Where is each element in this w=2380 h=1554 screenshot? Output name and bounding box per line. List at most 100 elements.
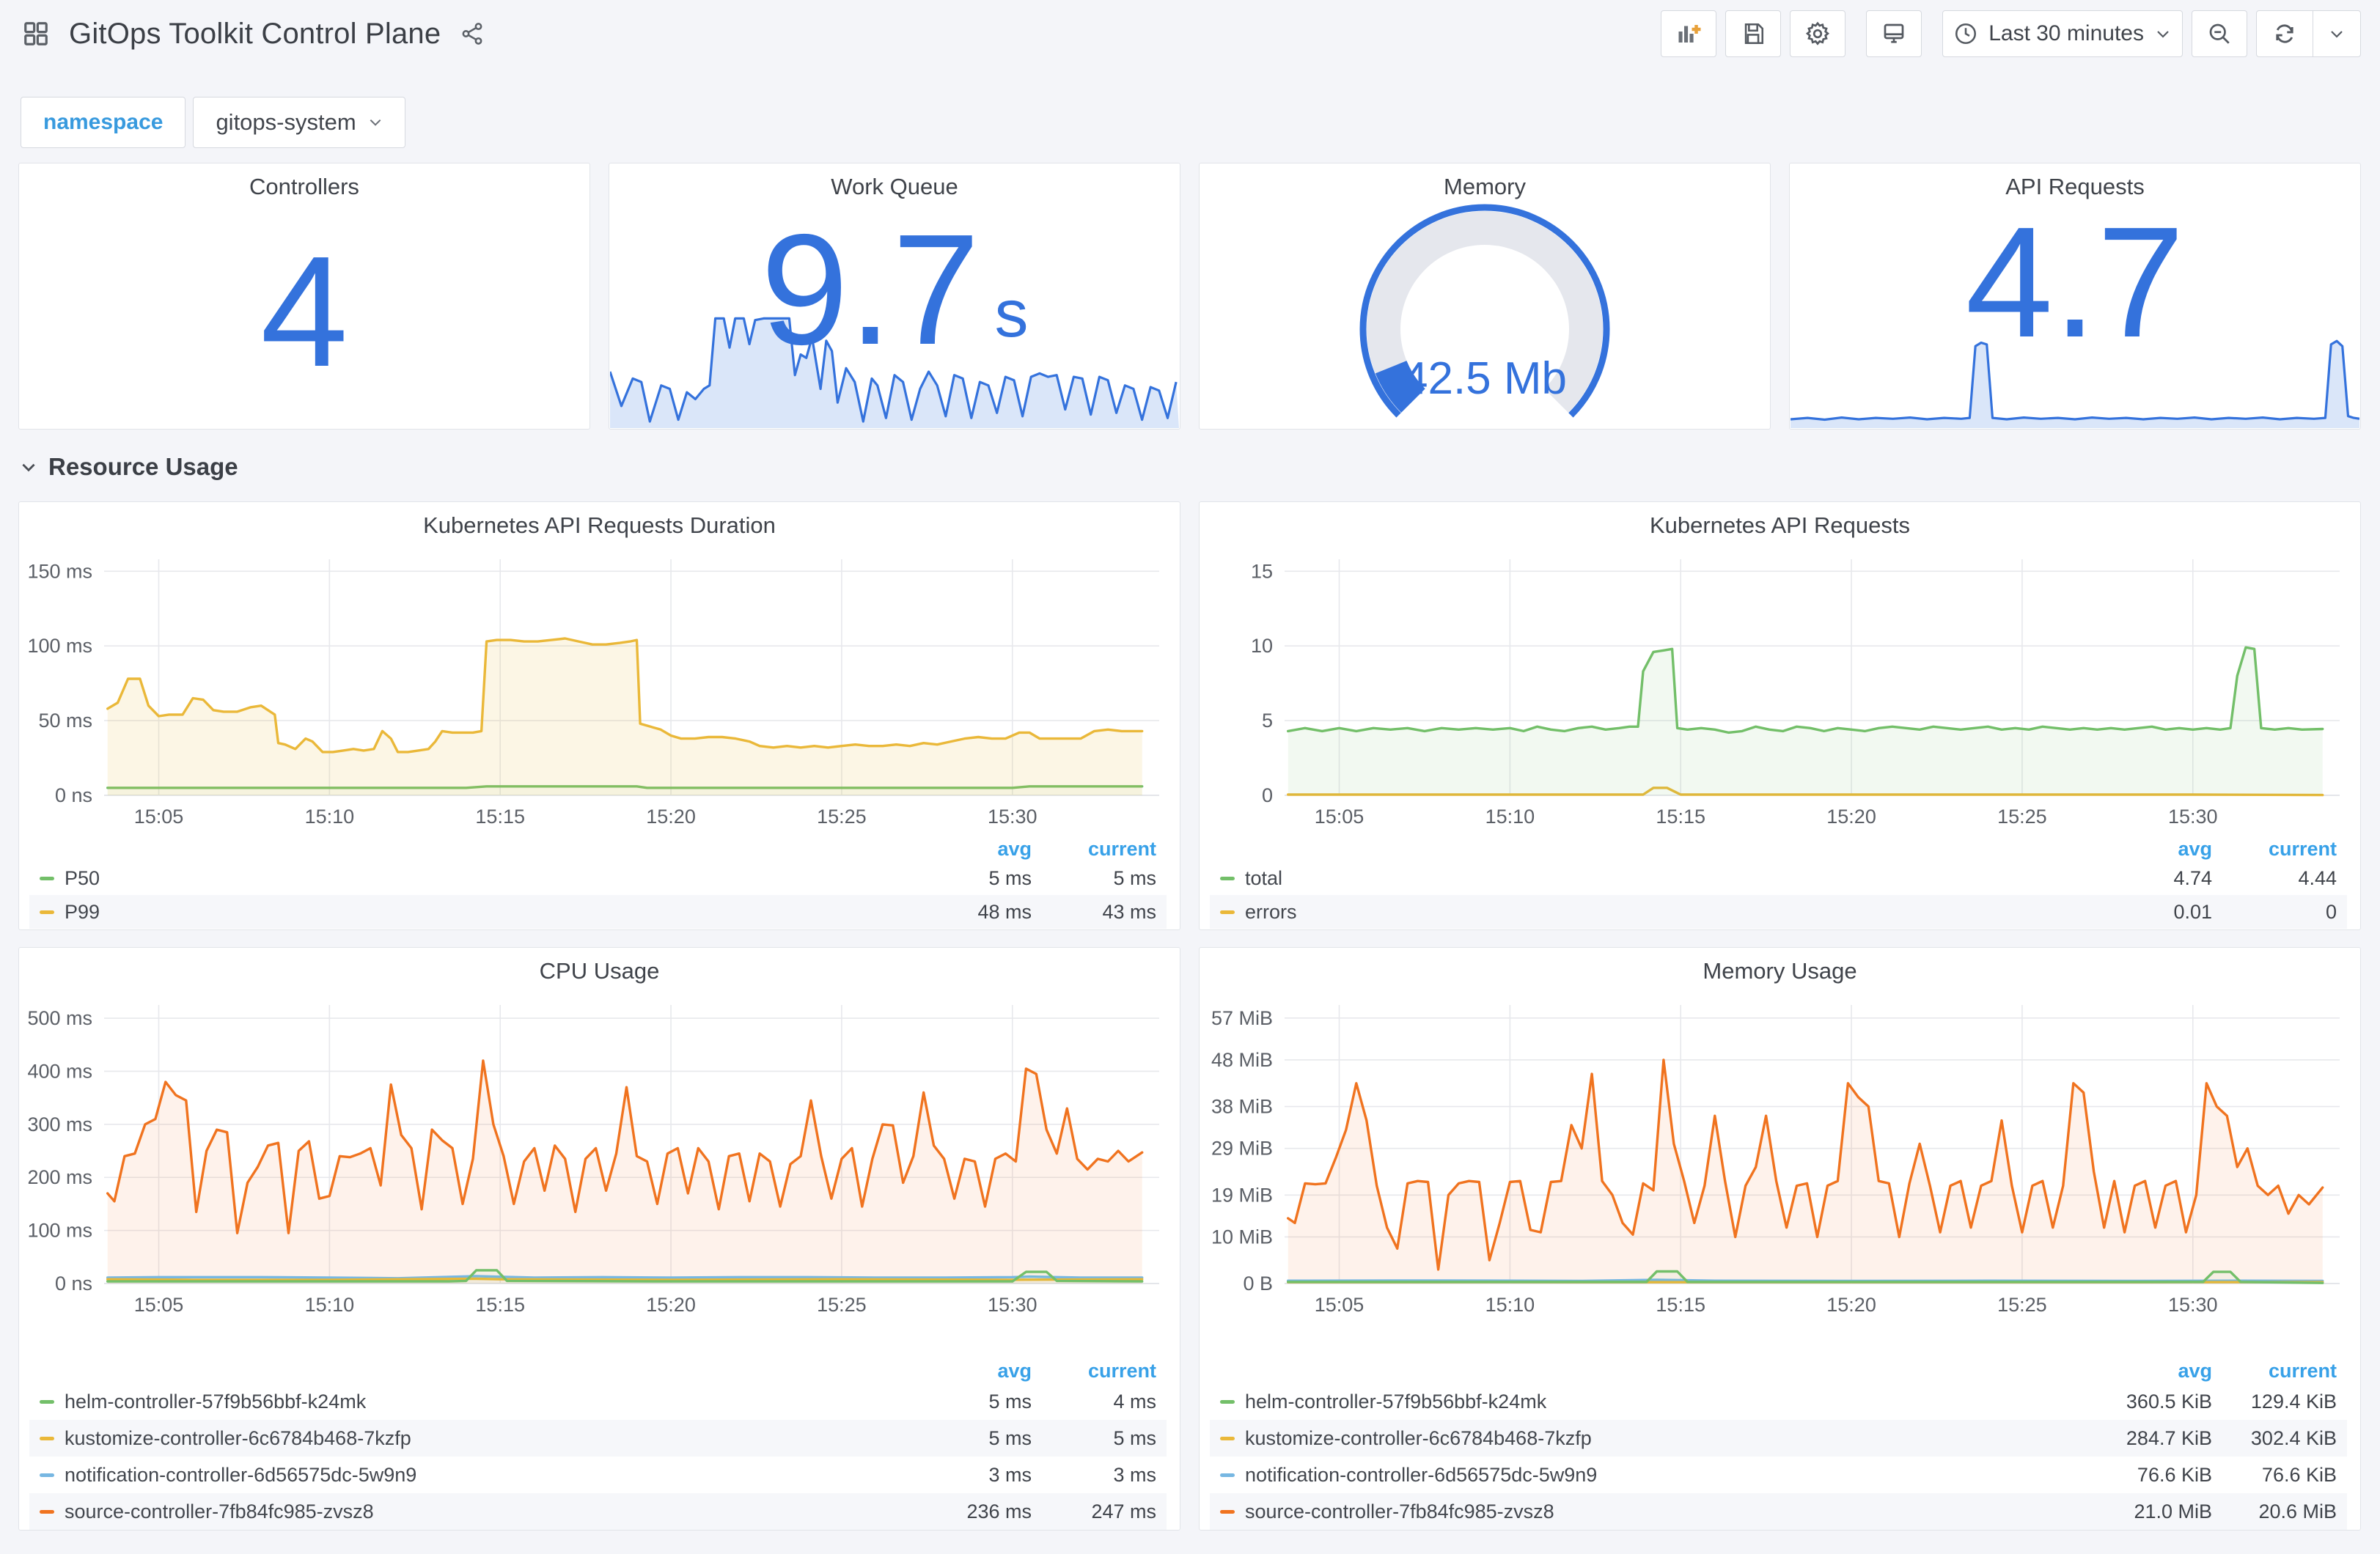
legend-series-label[interactable]: kustomize-controller-6c6784b468-7kzfp bbox=[65, 1427, 411, 1450]
refresh-icon bbox=[2276, 24, 2293, 43]
refresh-button[interactable] bbox=[2257, 11, 2313, 56]
panel-title[interactable]: Memory Usage bbox=[1200, 958, 2360, 984]
dashboard-settings-button[interactable] bbox=[1790, 10, 1846, 57]
stat-value-api-requests: 4.7 bbox=[1965, 193, 2185, 370]
svg-text:100 ms: 100 ms bbox=[28, 1220, 92, 1242]
svg-text:15:25: 15:25 bbox=[1997, 1294, 2047, 1316]
panel-title[interactable]: Work Queue bbox=[609, 174, 1180, 200]
time-range-picker[interactable]: Last 30 minutes bbox=[1942, 10, 2183, 57]
zoom-out-button[interactable] bbox=[2192, 10, 2247, 57]
svg-text:15:15: 15:15 bbox=[475, 1294, 525, 1316]
panel-title[interactable]: Kubernetes API Requests Duration bbox=[19, 512, 1180, 539]
row-toggle-resource-usage[interactable]: Resource Usage bbox=[19, 453, 238, 481]
legend-row: P50 5 ms 5 ms bbox=[29, 861, 1167, 895]
legend-series-label[interactable]: notification-controller-6d56575dc-5w9n9 bbox=[1245, 1464, 1597, 1487]
legend-header-current[interactable]: current bbox=[2212, 838, 2337, 861]
apps-grid-icon[interactable] bbox=[22, 20, 50, 48]
legend-header-current[interactable]: current bbox=[1032, 838, 1156, 861]
cycle-view-button[interactable] bbox=[1866, 10, 1922, 57]
svg-text:5: 5 bbox=[1262, 710, 1273, 732]
legend-series-label[interactable]: kustomize-controller-6c6784b468-7kzfp bbox=[1245, 1427, 1592, 1450]
legend-current-value: 4.44 bbox=[2298, 866, 2337, 889]
legend-header-avg[interactable]: avg bbox=[922, 1360, 1032, 1382]
legend-series-label[interactable]: errors bbox=[1245, 901, 1297, 924]
duration-chart-plot[interactable]: 0 ns 50 ms 100 ms 150 ms 15:05 15:10 15:15 15:2… bbox=[27, 550, 1168, 831]
chevron-down-icon bbox=[2157, 31, 2169, 38]
monitor-icon bbox=[1884, 23, 1904, 43]
legend-avg-value: 3 ms bbox=[988, 1463, 1032, 1486]
svg-text:10: 10 bbox=[1251, 635, 1273, 657]
variable-label-namespace[interactable]: namespace bbox=[21, 97, 186, 148]
variable-selected-value: gitops-system bbox=[216, 109, 356, 135]
chart-legend: avg current helm-controller-57f9b56bbf-k2… bbox=[1210, 1358, 2347, 1530]
series-color-dash bbox=[40, 1509, 54, 1514]
legend-row: notification-controller-6d56575dc-5w9n9 3… bbox=[29, 1457, 1167, 1493]
requests-chart-plot[interactable]: 0 5 10 15 15:05 15:10 15:15 15:20 15:25 15:30 bbox=[1208, 550, 2348, 831]
stat-unit-work-queue: s bbox=[994, 276, 1029, 351]
legend-row: total 4.74 4.44 bbox=[1210, 861, 2347, 895]
svg-text:300 ms: 300 ms bbox=[28, 1113, 92, 1135]
legend-row: source-controller-7fb84fc985-zvsz8 21.0 M… bbox=[1210, 1493, 2347, 1530]
legend-row: source-controller-7fb84fc985-zvsz8 236 ms… bbox=[29, 1493, 1167, 1530]
chevron-down-icon bbox=[22, 463, 35, 472]
memory-chart-plot[interactable]: 0 B 10 MiB 19 MiB 29 MiB 38 MiB 48 MiB 57 MiB 1… bbox=[1208, 996, 2348, 1319]
svg-text:15:05: 15:05 bbox=[1315, 806, 1365, 828]
legend-series-label[interactable]: notification-controller-6d56575dc-5w9n9 bbox=[65, 1464, 416, 1487]
legend-avg-value: 5 ms bbox=[988, 1426, 1032, 1449]
svg-text:15:20: 15:20 bbox=[646, 1294, 696, 1316]
legend-series-label[interactable]: helm-controller-57f9b56bbf-k24mk bbox=[1245, 1391, 1546, 1413]
svg-text:57 MiB: 57 MiB bbox=[1211, 1007, 1273, 1029]
save-dashboard-button[interactable] bbox=[1725, 10, 1782, 57]
svg-text:15:20: 15:20 bbox=[646, 806, 696, 828]
cpu-chart-plot[interactable]: 0 ns 100 ms 200 ms 300 ms 400 ms 500 ms 15:05 1… bbox=[27, 996, 1168, 1319]
legend-avg-value: 48 ms bbox=[977, 900, 1032, 923]
svg-text:10 MiB: 10 MiB bbox=[1211, 1226, 1273, 1248]
legend-series-label[interactable]: P50 bbox=[65, 867, 100, 890]
legend-header-avg[interactable]: avg bbox=[922, 838, 1032, 861]
series-color-dash bbox=[40, 910, 54, 914]
chart-legend: avg current total 4.74 4.44 errors 0.01 0 bbox=[1210, 836, 2347, 929]
legend-header-avg[interactable]: avg bbox=[2102, 838, 2212, 861]
panel-title[interactable]: CPU Usage bbox=[19, 958, 1180, 984]
legend-current-value: 302.4 KiB bbox=[2250, 1426, 2337, 1449]
legend-current-value: 43 ms bbox=[1102, 900, 1156, 923]
legend-series-label[interactable]: total bbox=[1245, 867, 1282, 890]
panel-title[interactable]: Controllers bbox=[19, 174, 590, 200]
legend-current-value: 0 bbox=[2325, 900, 2337, 923]
legend-header-avg[interactable]: avg bbox=[2102, 1360, 2212, 1382]
variables-submenu: namespace gitops-system bbox=[21, 97, 405, 148]
stat-panel-api-requests: API Requests 4.7 bbox=[1789, 163, 2361, 430]
svg-text:15:25: 15:25 bbox=[817, 1294, 867, 1316]
svg-text:15:05: 15:05 bbox=[134, 806, 184, 828]
legend-avg-value: 5 ms bbox=[988, 1390, 1032, 1413]
legend-series-label[interactable]: source-controller-7fb84fc985-zvsz8 bbox=[65, 1500, 374, 1523]
chart-panel-k8s-api-requests: Kubernetes API Requests 0 5 10 15 15:05 15:10… bbox=[1199, 501, 2361, 930]
page-title: GitOps Toolkit Control Plane bbox=[69, 17, 441, 50]
legend-header-current[interactable]: current bbox=[1032, 1360, 1156, 1382]
svg-text:19 MiB: 19 MiB bbox=[1211, 1184, 1273, 1206]
legend-series-label[interactable]: P99 bbox=[65, 901, 100, 924]
legend-current-value: 4 ms bbox=[1113, 1390, 1156, 1413]
svg-text:15:25: 15:25 bbox=[817, 806, 867, 828]
time-range-label: Last 30 minutes bbox=[1988, 21, 2144, 45]
chevron-down-icon bbox=[2331, 31, 2343, 38]
series-color-dash bbox=[1220, 1436, 1235, 1440]
variable-value-dropdown[interactable]: gitops-system bbox=[193, 97, 405, 148]
svg-text:15:15: 15:15 bbox=[475, 806, 525, 828]
add-panel-button[interactable] bbox=[1661, 10, 1717, 57]
stat-panel-work-queue: Work Queue 9.7 s bbox=[609, 163, 1180, 430]
legend-header-current[interactable]: current bbox=[2212, 1360, 2337, 1382]
legend-series-label[interactable]: source-controller-7fb84fc985-zvsz8 bbox=[1245, 1500, 1554, 1523]
legend-current-value: 76.6 KiB bbox=[2261, 1463, 2337, 1486]
legend-series-label[interactable]: helm-controller-57f9b56bbf-k24mk bbox=[65, 1391, 366, 1413]
legend-current-value: 5 ms bbox=[1113, 866, 1156, 889]
legend-avg-value: 4.74 bbox=[2173, 866, 2212, 889]
stat-value-controllers: 4 bbox=[260, 222, 348, 399]
svg-text:15:30: 15:30 bbox=[988, 806, 1037, 828]
share-icon[interactable] bbox=[460, 21, 485, 46]
refresh-interval-button[interactable] bbox=[2313, 11, 2360, 56]
legend-row: kustomize-controller-6c6784b468-7kzfp 284… bbox=[1210, 1420, 2347, 1457]
legend-current-value: 129.4 KiB bbox=[2250, 1390, 2337, 1413]
legend-avg-value: 360.5 KiB bbox=[2126, 1390, 2212, 1413]
panel-title[interactable]: Kubernetes API Requests bbox=[1200, 512, 2360, 539]
